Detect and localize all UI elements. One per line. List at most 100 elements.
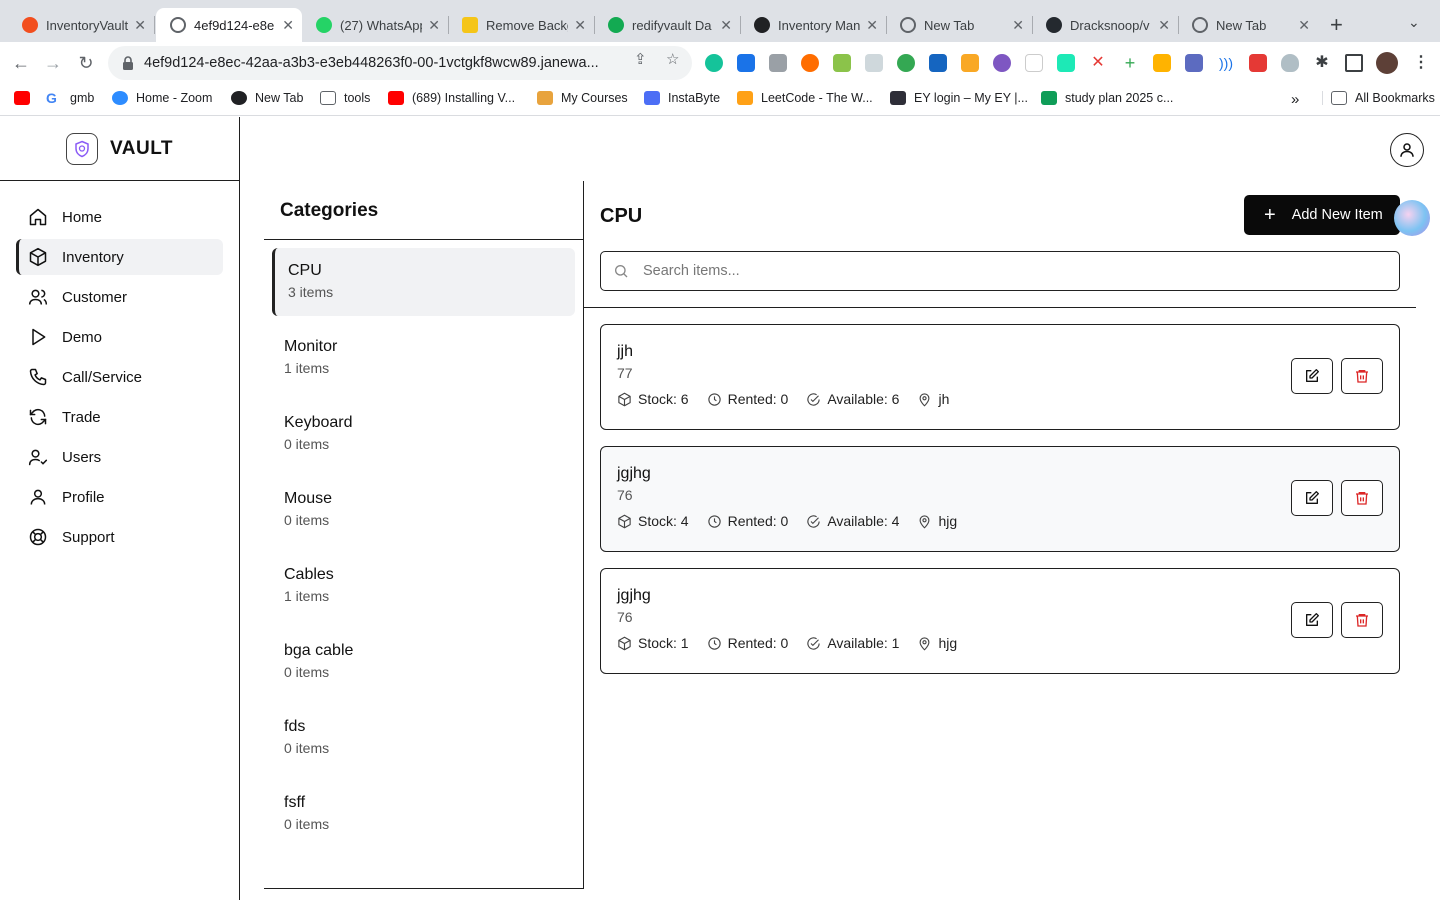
user-account-button[interactable] xyxy=(1390,133,1424,167)
add-new-item-button[interactable]: + Add New Item xyxy=(1244,195,1400,235)
bookmark-youtube[interactable] xyxy=(14,91,38,105)
bookmark-zoom[interactable]: Home - Zoom xyxy=(112,91,212,105)
bookmark-new-tab[interactable]: New Tab xyxy=(231,91,303,105)
inventory-item-card[interactable]: jgjhg 76 Stock: 4 Rented: 0 Available: 4… xyxy=(600,446,1400,552)
reload-icon[interactable]: ↻ xyxy=(75,52,97,74)
delete-button[interactable] xyxy=(1341,358,1383,394)
category-item-monitor[interactable]: Monitor 1 items xyxy=(272,324,575,392)
stock-stat: Stock: 4 xyxy=(617,513,689,529)
rented-value: Rented: 0 xyxy=(727,635,789,651)
search-input[interactable] xyxy=(643,263,1343,279)
profile-avatar[interactable] xyxy=(1376,52,1398,74)
camera-icon[interactable] xyxy=(769,54,787,72)
forward-arrow-icon[interactable]: → xyxy=(42,52,64,74)
sidebar-item-trade[interactable]: Trade xyxy=(16,399,223,435)
sidebar-item-demo[interactable]: Demo xyxy=(16,319,223,355)
extension-icon[interactable] xyxy=(833,54,851,72)
close-extension-icon[interactable]: ✕ xyxy=(1089,54,1107,72)
close-icon[interactable]: ✕ xyxy=(282,17,294,34)
extension-icon[interactable] xyxy=(801,54,819,72)
close-icon[interactable]: ✕ xyxy=(1012,17,1024,34)
sidebar-item-profile[interactable]: Profile xyxy=(16,479,223,515)
close-icon[interactable]: ✕ xyxy=(134,17,146,34)
close-icon[interactable]: ✕ xyxy=(1298,17,1310,34)
bookmark-folder-tools[interactable]: tools xyxy=(320,91,370,105)
back-arrow-icon[interactable]: ← xyxy=(10,52,32,74)
star-icon[interactable]: ☆ xyxy=(666,50,679,68)
bookmark-my-courses[interactable]: My Courses xyxy=(537,91,628,105)
delete-button[interactable] xyxy=(1341,602,1383,638)
extension-icon[interactable] xyxy=(897,54,915,72)
kebab-menu-icon[interactable]: ⋮ xyxy=(1412,54,1430,72)
bookmark-youtube-video[interactable]: (689) Installing V... xyxy=(388,91,515,105)
browser-tab[interactable]: New Tab ✕ xyxy=(1178,8,1318,42)
plus-extension-icon[interactable]: + xyxy=(1121,54,1139,72)
bookmark-gmb[interactable]: Ggmb xyxy=(46,91,94,105)
category-item-cables[interactable]: Cables 1 items xyxy=(272,552,575,620)
sidebar-item-users[interactable]: Users xyxy=(16,439,223,475)
browser-tab[interactable]: InventoryVault ✕ xyxy=(8,8,154,42)
unicorn-avatar[interactable] xyxy=(1394,200,1430,236)
new-tab-plus-icon[interactable]: + xyxy=(1330,12,1343,38)
extension-icon[interactable] xyxy=(961,54,979,72)
more-bookmarks-chevron-icon[interactable]: » xyxy=(1291,91,1299,108)
browser-tab[interactable]: redifyvault Da ✕ xyxy=(594,8,740,42)
shield-icon[interactable] xyxy=(1281,54,1299,72)
browser-tab[interactable]: New Tab ✕ xyxy=(886,8,1032,42)
close-icon[interactable]: ✕ xyxy=(866,17,878,34)
category-count: 0 items xyxy=(284,664,330,680)
delete-button[interactable] xyxy=(1341,480,1383,516)
category-item-cpu[interactable]: CPU 3 items xyxy=(272,248,575,316)
category-item-fds[interactable]: fds 0 items xyxy=(272,704,575,772)
items-panel: CPU + Add New Item jjh 77 Stock: 6 Rente… xyxy=(584,181,1440,900)
sidebar-item-call-service[interactable]: Call/Service xyxy=(16,359,223,395)
all-bookmarks[interactable]: All Bookmarks xyxy=(1322,91,1435,105)
grammarly-icon[interactable] xyxy=(705,54,723,72)
bookmark-ey-login[interactable]: EY login – My EY |... xyxy=(890,91,1028,105)
category-item-fsff[interactable]: fsff 0 items xyxy=(272,780,575,848)
sidebar-item-support[interactable]: Support xyxy=(16,519,223,555)
extension-icon[interactable] xyxy=(737,54,755,72)
address-bar[interactable]: 4ef9d124-e8ec-42aa-a3b3-e3eb448263f0-00-… xyxy=(108,46,692,80)
side-panel-icon[interactable] xyxy=(1345,54,1363,72)
sidebar-item-customer[interactable]: Customer xyxy=(16,279,223,315)
bookmark-leetcode[interactable]: LeetCode - The W... xyxy=(737,91,873,105)
brand[interactable]: VAULT xyxy=(0,117,239,181)
category-item-mouse[interactable]: Mouse 0 items xyxy=(272,476,575,544)
browser-tab[interactable]: (27) WhatsApp ✕ xyxy=(302,8,448,42)
signal-icon[interactable]: ))) xyxy=(1217,54,1235,72)
category-item-bga-cable[interactable]: bga cable 0 items xyxy=(272,628,575,696)
close-icon[interactable]: ✕ xyxy=(428,17,440,34)
share-icon[interactable]: ⇪ xyxy=(634,50,647,68)
edit-button[interactable] xyxy=(1291,602,1333,638)
browser-tab[interactable]: Remove Backg ✕ xyxy=(448,8,594,42)
close-icon[interactable]: ✕ xyxy=(1158,17,1170,34)
extension-icon[interactable] xyxy=(1249,54,1267,72)
browser-tab[interactable]: Dracksnoop/v ✕ xyxy=(1032,8,1178,42)
sidebar-item-inventory[interactable]: Inventory xyxy=(16,239,223,275)
extension-icon[interactable] xyxy=(1153,54,1171,72)
extension-icon[interactable] xyxy=(1057,54,1075,72)
checkbox-extension-icon[interactable] xyxy=(929,54,947,72)
extension-icon[interactable] xyxy=(865,54,883,72)
category-count: 0 items xyxy=(284,436,330,452)
inventory-item-card[interactable]: jjh 77 Stock: 6 Rented: 0 Available: 6 j… xyxy=(600,324,1400,430)
close-icon[interactable]: ✕ xyxy=(720,17,732,34)
sidebar-item-home[interactable]: Home xyxy=(16,199,223,235)
folder-icon xyxy=(320,91,336,105)
browser-tab[interactable]: Inventory Man ✕ xyxy=(740,8,886,42)
inventory-item-card[interactable]: jgjhg 76 Stock: 1 Rented: 0 Available: 1… xyxy=(600,568,1400,674)
browser-tab-active[interactable]: 4ef9d124-e8e ✕ xyxy=(156,8,302,42)
pen-icon[interactable] xyxy=(1025,54,1043,72)
edit-button[interactable] xyxy=(1291,480,1333,516)
extension-icon[interactable] xyxy=(993,54,1011,72)
category-name: Keyboard xyxy=(284,414,353,431)
bookmark-instabyte[interactable]: InstaByte xyxy=(644,91,720,105)
category-item-keyboard[interactable]: Keyboard 0 items xyxy=(272,400,575,468)
extension-icon[interactable] xyxy=(1185,54,1203,72)
chevron-down-icon[interactable]: ⌄ xyxy=(1408,14,1420,31)
puzzle-icon[interactable]: ✱ xyxy=(1313,54,1331,72)
bookmark-study-plan[interactable]: study plan 2025 c... xyxy=(1041,91,1173,105)
close-icon[interactable]: ✕ xyxy=(574,17,586,34)
edit-button[interactable] xyxy=(1291,358,1333,394)
